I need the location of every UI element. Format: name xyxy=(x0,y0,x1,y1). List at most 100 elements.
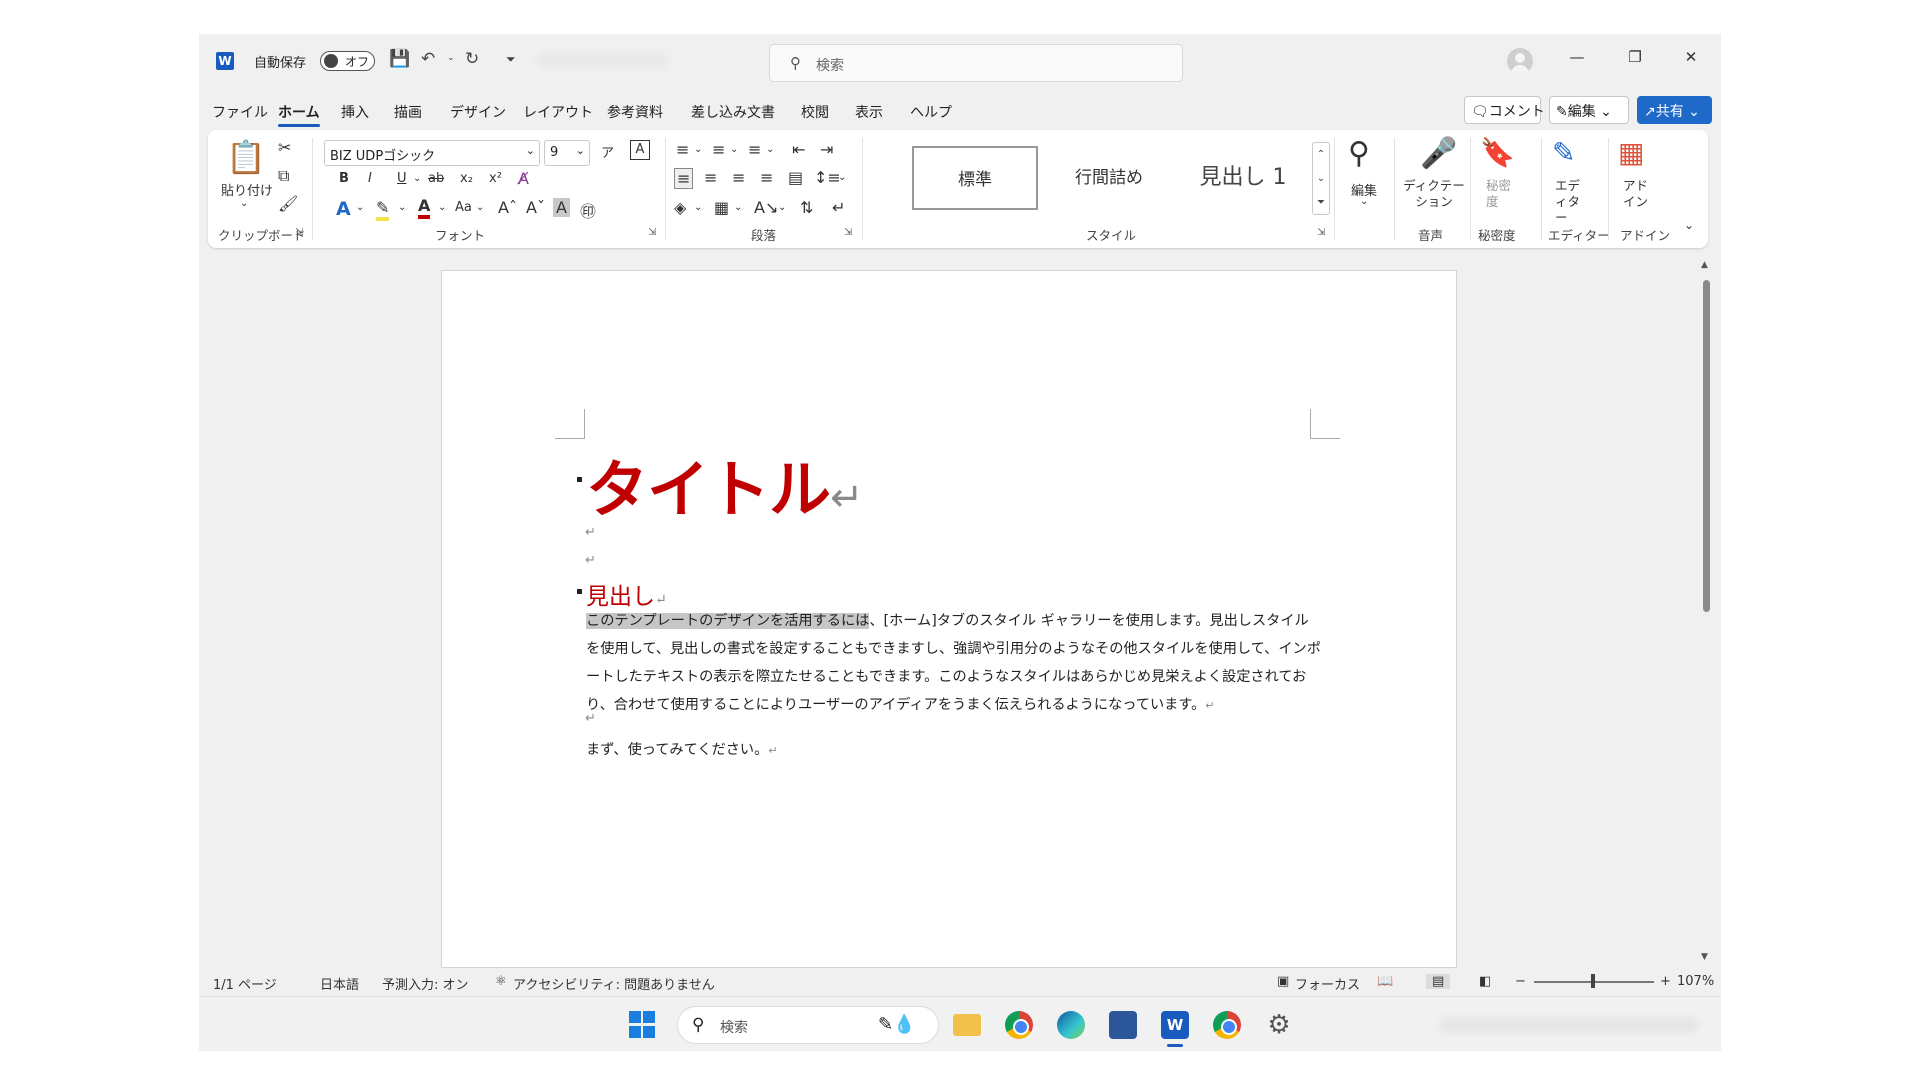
paragraph-launcher-icon[interactable]: ⇲ xyxy=(844,227,852,238)
format-painter-icon[interactable]: 🖌 xyxy=(278,194,298,213)
tab-design[interactable]: デザイン xyxy=(450,102,506,122)
document-page[interactable]: タイトル↵ ↵ ↵ 見出し↵ このテンプレートのデザインを活用するには、[ホーム… xyxy=(441,270,1457,968)
style-normal[interactable]: 標準 xyxy=(912,146,1038,210)
asian-layout-icon[interactable]: A↘ xyxy=(754,198,778,217)
accessibility-status[interactable]: アクセシビリティ: 問題ありません xyxy=(513,974,715,993)
chevron-down-icon[interactable]: ⌄ xyxy=(1360,196,1368,207)
change-case-button[interactable]: Aa xyxy=(455,200,472,215)
scroll-up-icon[interactable]: ▲ xyxy=(1701,260,1708,270)
numbering-icon[interactable]: ≡ xyxy=(712,140,725,159)
bullets-icon[interactable]: ≡ xyxy=(676,140,689,159)
clear-formatting-icon[interactable]: A̸ xyxy=(518,169,529,188)
read-mode-icon[interactable]: 📖 xyxy=(1377,974,1393,989)
chevron-down-icon[interactable]: ⌄ xyxy=(734,202,742,213)
zoom-out-button[interactable]: − xyxy=(1515,974,1526,989)
tab-references[interactable]: 参考資料 xyxy=(607,102,663,122)
clipboard-launcher-icon[interactable]: ⇲ xyxy=(295,227,303,238)
chevron-down-icon[interactable]: ⌄ xyxy=(730,144,738,155)
predictive-input-status[interactable]: 予測入力: オン xyxy=(382,974,469,993)
settings-icon[interactable]: ⚙ xyxy=(1265,1011,1293,1039)
justify-icon[interactable]: ≡ xyxy=(760,168,773,187)
text-effects-icon[interactable]: A xyxy=(336,198,351,220)
borders-icon[interactable]: ▦ xyxy=(714,198,729,217)
start-button[interactable] xyxy=(629,1011,657,1039)
editor-label[interactable]: エディター xyxy=(1555,178,1587,226)
chevron-down-icon[interactable]: ⌄ xyxy=(438,202,446,213)
search-box[interactable]: ⚲ 検索 xyxy=(769,44,1183,82)
tab-layout[interactable]: レイアウト xyxy=(523,102,593,122)
chevron-down-icon[interactable]: ⌄ xyxy=(356,202,364,213)
restore-button[interactable]: ❐ xyxy=(1622,48,1648,74)
chevron-down-icon[interactable]: ⌄ xyxy=(413,173,421,184)
character-shading-icon[interactable]: A xyxy=(553,198,570,217)
scroll-down-icon[interactable]: ▼ xyxy=(1701,952,1708,962)
page-count[interactable]: 1/1 ページ xyxy=(213,974,277,993)
word-taskbar-icon[interactable]: W xyxy=(1161,1011,1189,1039)
distributed-icon[interactable]: ▤ xyxy=(788,168,803,187)
strikethrough-button[interactable]: ab xyxy=(428,171,444,186)
tab-help[interactable]: ヘルプ xyxy=(910,102,952,122)
tab-mailings[interactable]: 差し込み文書 xyxy=(691,102,775,122)
language-status[interactable]: 日本語 xyxy=(320,974,359,993)
highlight-icon[interactable]: ✎ xyxy=(376,198,390,221)
zoom-level[interactable]: 107% xyxy=(1677,974,1714,989)
grow-font-icon[interactable]: Aˆ xyxy=(498,198,517,217)
copy-icon[interactable]: ⧉ xyxy=(278,166,289,186)
web-layout-icon[interactable]: ◧ xyxy=(1479,974,1491,989)
close-button[interactable]: ✕ xyxy=(1678,48,1704,74)
addins-icon[interactable]: ▦ xyxy=(1618,136,1644,169)
shrink-font-icon[interactable]: Aˇ xyxy=(526,198,545,217)
focus-label[interactable]: フォーカス xyxy=(1295,974,1360,993)
increase-indent-icon[interactable]: ⇥ xyxy=(820,140,833,159)
paste-label[interactable]: 貼り付け xyxy=(221,180,273,199)
comment-button[interactable]: 🗨コメント xyxy=(1464,96,1545,124)
align-left-icon[interactable]: ≡ xyxy=(674,168,694,189)
align-right-icon[interactable]: ≡ xyxy=(732,168,745,187)
chevron-down-icon[interactable]: ⌄ xyxy=(398,202,406,213)
edge-icon[interactable] xyxy=(1057,1011,1085,1039)
taskbar-search[interactable]: ⚲ 検索 ✎💧 xyxy=(677,1006,939,1044)
save-icon[interactable]: 💾 xyxy=(389,49,410,69)
microphone-icon[interactable]: 🎤 xyxy=(1420,136,1457,171)
shading-icon[interactable]: ◈ xyxy=(674,198,686,217)
character-border-icon[interactable]: A xyxy=(630,140,650,160)
chevron-down-icon[interactable]: ⌄ xyxy=(476,202,484,213)
chrome-profile-icon[interactable] xyxy=(1213,1011,1241,1039)
undo-dropdown-icon[interactable]: ⌄ xyxy=(447,53,455,63)
dictation-label[interactable]: ディクテーション xyxy=(1398,178,1470,210)
tab-insert[interactable]: 挿入 xyxy=(341,102,369,122)
vertical-scrollbar[interactable]: ▲ ▼ xyxy=(1699,258,1713,968)
store-icon[interactable] xyxy=(1109,1011,1137,1039)
show-formatting-icon[interactable]: ↵ xyxy=(832,198,845,217)
styles-launcher-icon[interactable]: ⇲ xyxy=(1317,227,1325,238)
accessibility-icon[interactable]: ⚛ xyxy=(495,974,507,989)
underline-button[interactable]: U xyxy=(397,171,407,186)
style-no-spacing[interactable]: 行間詰め xyxy=(1046,146,1172,210)
focus-icon[interactable]: ▣ xyxy=(1277,974,1289,989)
italic-button[interactable]: I xyxy=(368,171,372,186)
tab-draw[interactable]: 描画 xyxy=(394,102,422,122)
font-launcher-icon[interactable]: ⇲ xyxy=(648,227,656,238)
clipboard-icon[interactable]: 📋 xyxy=(226,138,266,176)
zoom-in-button[interactable]: + xyxy=(1660,974,1671,989)
collapse-ribbon-icon[interactable]: ⌄ xyxy=(1684,218,1694,232)
font-size-select[interactable]: 9 ⌄ xyxy=(544,140,590,166)
align-center-icon[interactable]: ≡ xyxy=(704,168,717,187)
style-heading-1[interactable]: 見出し 1 xyxy=(1180,146,1306,210)
zoom-slider-thumb[interactable] xyxy=(1591,974,1595,988)
chevron-down-icon[interactable]: ⌄ xyxy=(694,144,702,155)
sort-icon[interactable]: ⇅ xyxy=(800,198,813,217)
minimize-button[interactable]: — xyxy=(1564,48,1590,74)
chevron-down-icon[interactable]: ⌄ xyxy=(778,202,786,213)
ruby-icon[interactable]: ア xyxy=(601,142,614,161)
tab-file[interactable]: ファイル xyxy=(212,102,268,122)
edit-mode-button[interactable]: ✎編集 ⌄ xyxy=(1549,96,1629,124)
print-layout-icon[interactable]: ▤ xyxy=(1426,974,1451,989)
user-avatar[interactable] xyxy=(1507,48,1533,74)
font-name-select[interactable]: BIZ UDPゴシック ⌄ xyxy=(324,140,540,166)
undo-icon[interactable]: ↶ xyxy=(421,49,435,69)
document-title[interactable]: タイトル↵ xyxy=(586,439,864,529)
document-heading[interactable]: 見出し↵ xyxy=(586,577,667,611)
body-paragraph[interactable]: このテンプレートのデザインを活用するには、[ホーム]タブのスタイル ギャラリーを… xyxy=(586,607,1321,720)
customize-qat-icon[interactable]: ⏷ xyxy=(506,52,516,67)
